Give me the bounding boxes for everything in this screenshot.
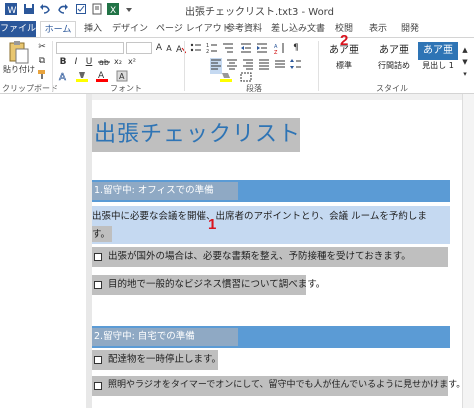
paste-button[interactable]: [6, 40, 30, 66]
section2-heading: 2.留守中: 自宅での準備: [94, 331, 195, 342]
subscript-icon[interactable]: x₂: [112, 56, 124, 68]
separator: [184, 41, 185, 91]
bold-button[interactable]: B: [58, 56, 68, 68]
tab-insert[interactable]: 挿入: [80, 21, 106, 37]
word-app-icon: W: [4, 3, 17, 16]
font-color-icon[interactable]: A: [96, 69, 108, 86]
separator: [318, 41, 319, 91]
document-title: 出張チェックリスト: [94, 122, 302, 147]
checkbox-icon[interactable]: [74, 3, 87, 16]
title-bar: W X 出張チェックリスト.txt3 - Word: [0, 0, 474, 20]
svg-text:Z: Z: [274, 50, 278, 54]
decrease-indent-icon[interactable]: [240, 42, 252, 58]
paste-label: 貼り付け: [3, 65, 35, 74]
tab-page-layout[interactable]: ページ レイアウト: [156, 21, 231, 37]
ribbon: 貼り付け ✂ ⧉ クリップボード A A A B I U ab x₂ x² A …: [0, 32, 474, 94]
multilevel-list-icon[interactable]: [222, 42, 234, 58]
svg-text:W: W: [7, 6, 16, 15]
list-item: 照明やラジオをタイマーでオンにして、留守中でも人が住んでいるように見せかけます。: [108, 380, 466, 390]
callout-badge-2: 2: [340, 32, 349, 49]
body-line1: 出張中に必要な会議を開催、出席者のアポイントとり、会議 ルームを予約しま: [92, 211, 427, 222]
styles-group-label: スタイル: [376, 84, 408, 93]
redo-icon[interactable]: [56, 3, 69, 16]
section1-heading: 1.留守中: オフィスでの準備: [94, 185, 214, 196]
tab-mailings[interactable]: 差し込み文書: [270, 21, 326, 37]
distributed-icon[interactable]: [274, 58, 286, 74]
copy-icon[interactable]: ⧉: [36, 55, 48, 67]
body-line2: す。: [92, 229, 111, 240]
styles-more-icon[interactable]: ▾: [460, 68, 470, 80]
excel-icon[interactable]: X: [106, 3, 119, 16]
list-item: 出張が国外の場合は、必要な書類を整え、予防接種を受けておきます。: [108, 251, 411, 262]
vertical-scrollbar[interactable]: [462, 94, 474, 408]
italic-button[interactable]: I: [71, 56, 81, 68]
separator: [52, 41, 53, 91]
styles-scroll-up-icon[interactable]: ▲: [460, 44, 470, 56]
tab-references[interactable]: 参考資料: [224, 21, 264, 37]
text-effects-icon[interactable]: A: [58, 70, 70, 86]
left-margin: [0, 94, 86, 408]
style-preview: あア亜: [379, 45, 409, 56]
style-no-spacing[interactable]: あア亜 行間詰め: [370, 42, 418, 76]
shrink-font-icon[interactable]: A: [164, 43, 174, 55]
style-name: 見出し 1: [422, 61, 454, 70]
justify-icon[interactable]: [258, 58, 270, 74]
font-name-combo[interactable]: [56, 42, 124, 54]
svg-text:X: X: [110, 6, 116, 15]
font-group-label: フォント: [110, 84, 142, 93]
superscript-icon[interactable]: x²: [126, 56, 138, 68]
checkbox[interactable]: [94, 253, 102, 261]
numbering-icon[interactable]: 12: [206, 42, 218, 58]
undo-icon[interactable]: [38, 3, 51, 16]
line-spacing-icon[interactable]: [290, 58, 302, 74]
callout-badge-1: 1: [208, 216, 217, 233]
tab-home[interactable]: ホーム: [40, 21, 76, 37]
style-name: 行間詰め: [378, 61, 410, 70]
svg-text:A: A: [59, 72, 66, 82]
checkbox[interactable]: [94, 356, 102, 364]
word-window: W X 出張チェックリスト.txt3 - Word ファイル ホーム 挿入 デザ…: [0, 0, 474, 408]
print-preview-icon[interactable]: [90, 3, 103, 16]
list-item: 配達物を一時停止します。: [108, 354, 222, 365]
bullets-icon[interactable]: [190, 42, 202, 58]
customize-qat-icon[interactable]: [122, 3, 135, 16]
style-name: 標準: [336, 61, 352, 70]
highlight-color-icon[interactable]: [76, 70, 88, 86]
svg-text:A: A: [176, 45, 183, 54]
paragraph-group-label: 段落: [246, 84, 262, 93]
window-title: 出張チェックリスト.txt3 - Word: [185, 7, 334, 18]
style-heading1[interactable]: あア亜 見出し 1: [418, 42, 458, 76]
underline-button[interactable]: U: [84, 56, 94, 68]
tab-file[interactable]: ファイル: [0, 21, 36, 37]
font-size-combo[interactable]: [126, 42, 152, 54]
tab-design[interactable]: デザイン: [110, 21, 150, 37]
save-icon[interactable]: [22, 3, 35, 16]
sort-icon[interactable]: AZ: [274, 42, 286, 58]
svg-text:A: A: [119, 72, 125, 81]
show-marks-icon[interactable]: ¶: [290, 42, 302, 54]
checkbox[interactable]: [94, 382, 102, 390]
grow-font-icon[interactable]: A: [154, 42, 164, 54]
shading-icon[interactable]: [220, 72, 232, 86]
tab-developer[interactable]: 開発: [396, 21, 424, 37]
ribbon-tabs: ファイル ホーム 挿入 デザイン ページ レイアウト 参考資料 差し込み文書 校…: [0, 20, 474, 37]
format-painter-icon[interactable]: [36, 69, 48, 83]
style-preview: あア亜: [418, 42, 458, 60]
checkbox[interactable]: [94, 281, 102, 289]
increase-indent-icon[interactable]: [256, 42, 268, 58]
svg-text:2: 2: [206, 49, 209, 54]
cut-icon[interactable]: ✂: [36, 41, 48, 53]
clipboard-group-label: クリップボード: [2, 84, 58, 93]
styles-scroll-down-icon[interactable]: ▼: [460, 56, 470, 68]
list-item: 目的地で一般的なビジネス慣習について調べます。: [108, 279, 326, 290]
tab-view[interactable]: 表示: [364, 21, 392, 37]
horizontal-ruler: [86, 94, 474, 100]
